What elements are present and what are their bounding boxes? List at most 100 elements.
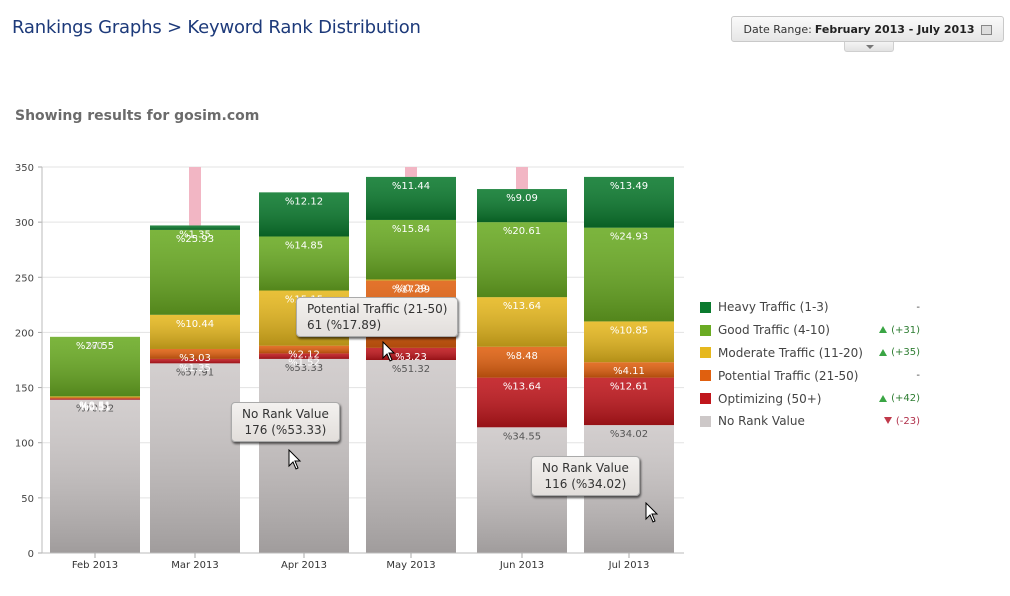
- data-label: %1.35: [179, 229, 211, 240]
- y-tick-label: 100: [15, 439, 34, 450]
- legend-change: -: [916, 370, 920, 382]
- bar-stack: %34.02 %12.61 %4.11 %10.85 %24.93 %13.49: [584, 176, 674, 553]
- legend-swatch: [700, 301, 711, 313]
- data-label: %10.85: [610, 325, 648, 336]
- bar-shade: [259, 358, 349, 553]
- legend-change: (-23): [883, 416, 920, 427]
- bar-shade: [50, 396, 140, 398]
- data-label: %15.84: [392, 224, 430, 235]
- date-range-label: Date Range:: [743, 22, 812, 36]
- data-label: %0.29: [395, 283, 427, 294]
- legend: Heavy Traffic (1-3) - Good Traffic (4-10) (…: [700, 296, 920, 433]
- data-label: %0.51: [79, 400, 111, 411]
- date-range-value: February 2013 - July 2013: [814, 22, 975, 36]
- tooltip-no-rank-apr: No Rank Value 176 (%53.33): [231, 402, 340, 442]
- arrow-up-icon: [879, 394, 888, 402]
- data-label: %13.64: [503, 301, 541, 312]
- data-label: %11.44: [392, 181, 430, 192]
- data-label: %1.35: [179, 363, 211, 374]
- legend-item[interactable]: Potential Traffic (21-50) -: [700, 364, 920, 387]
- legend-change: (+31): [879, 325, 920, 336]
- date-range-button[interactable]: Date Range: February 2013 - July 2013: [731, 16, 1004, 42]
- legend-item[interactable]: Heavy Traffic (1-3) -: [700, 296, 920, 319]
- tooltip-title: No Rank Value: [242, 407, 329, 421]
- bar-shade: [366, 279, 456, 281]
- legend-label: Good Traffic (4-10): [718, 323, 830, 338]
- legend-item[interactable]: No Rank Value (-23): [700, 410, 920, 433]
- bar-shade: [50, 397, 140, 399]
- x-tick-label: Mar 2013: [171, 560, 219, 571]
- bar-shade: [50, 399, 140, 553]
- data-label: %20.61: [503, 226, 541, 237]
- data-label: %2.12: [288, 350, 320, 361]
- legend-swatch: [700, 347, 711, 359]
- data-label: %13.49: [610, 181, 648, 192]
- bar-stack: %51.32%3.23%17.89%0.29%15.84%11.44: [366, 176, 456, 553]
- legend-swatch: [700, 370, 711, 382]
- tooltip-potential-traffic: Potential Traffic (21-50) 61 (%17.89): [296, 297, 459, 337]
- data-label: %51.32: [392, 364, 430, 375]
- legend-change: (+35): [879, 347, 920, 358]
- legend-change: -: [916, 301, 920, 313]
- tooltip-no-rank-jul: No Rank Value 116 (%34.02): [531, 456, 640, 496]
- legend-item[interactable]: Optimizing (50+) (+42): [700, 387, 920, 410]
- data-label: %3.03: [179, 353, 211, 364]
- tooltip-value: 176 (%53.33): [244, 423, 327, 437]
- arrow-up-icon: [879, 348, 888, 356]
- legend-label: Heavy Traffic (1-3): [718, 300, 829, 315]
- data-label: %13.64: [503, 382, 541, 393]
- data-label: %4.11: [613, 366, 645, 377]
- y-tick-label: 50: [21, 494, 34, 505]
- y-tick-label: 350: [15, 163, 34, 174]
- bar-shade: [366, 360, 456, 553]
- bar-stack: %53.33%1.52%2.12%15.15%14.85%12.12: [259, 192, 349, 553]
- legend-label: No Rank Value: [718, 414, 805, 429]
- data-label: %14.85: [285, 240, 323, 251]
- data-label: %24.93: [610, 232, 648, 243]
- mouse-cursor-icon: [382, 341, 396, 362]
- legend-label: Potential Traffic (21-50): [718, 368, 859, 383]
- data-label: %12.12: [285, 196, 323, 207]
- date-range-toggle[interactable]: [844, 42, 894, 52]
- data-label: %10.44: [176, 319, 214, 330]
- legend-item[interactable]: Good Traffic (4-10) (+31): [700, 319, 920, 342]
- x-tick-label: Apr 2013: [281, 560, 327, 571]
- page-title: Rankings Graphs > Keyword Rank Distribut…: [12, 17, 421, 38]
- legend-swatch: [700, 415, 711, 427]
- data-label: %34.02: [610, 429, 648, 440]
- tooltip-value: 116 (%34.02): [544, 477, 627, 491]
- hover-highlight: [405, 167, 417, 177]
- data-label: %8.48: [506, 351, 538, 362]
- legend-item[interactable]: Moderate Traffic (11-20) (+35): [700, 342, 920, 365]
- rank-distribution-chart: %70.92%0.51%0.51%0.51%27.55%0%57.91%1.35…: [15, 163, 684, 571]
- bar-shade: [150, 363, 240, 553]
- x-tick-label: Jul 2013: [608, 560, 650, 571]
- mouse-cursor-icon: [288, 449, 302, 470]
- tooltip-title: Potential Traffic (21-50): [307, 302, 448, 316]
- mouse-cursor-icon: [645, 502, 659, 523]
- y-tick-label: 250: [15, 273, 34, 284]
- hover-highlight: [516, 167, 528, 190]
- bar-stacks: %70.92%0.51%0.51%0.51%27.55%0%57.91%1.35…: [50, 176, 674, 553]
- data-label: %0: [87, 341, 103, 352]
- results-subtitle: Showing results for gosim.com: [15, 108, 260, 124]
- bar-stack: %34.55 %13.64 %8.48 %13.64 %20.61 %9.09: [477, 189, 567, 553]
- x-tick-label: May 2013: [386, 560, 435, 571]
- legend-label: Optimizing (50+): [718, 391, 822, 406]
- legend-swatch: [700, 324, 711, 336]
- hover-highlight: [189, 167, 201, 226]
- data-label: %12.61: [610, 382, 648, 393]
- x-tick-label: Jun 2013: [499, 560, 544, 571]
- tooltip-value: 61 (%17.89): [307, 318, 382, 332]
- tooltip-title: No Rank Value: [542, 461, 629, 475]
- legend-label: Moderate Traffic (11-20): [718, 345, 863, 360]
- calendar-icon: [980, 25, 992, 35]
- y-tick-label: 200: [15, 328, 34, 339]
- data-label: %34.55: [503, 431, 541, 442]
- y-tick-label: 0: [28, 549, 34, 560]
- legend-swatch: [700, 393, 711, 405]
- y-tick-label: 150: [15, 384, 34, 395]
- y-tick-label: 300: [15, 218, 34, 229]
- arrow-down-icon: [883, 417, 892, 425]
- data-label: %3.23: [395, 352, 427, 363]
